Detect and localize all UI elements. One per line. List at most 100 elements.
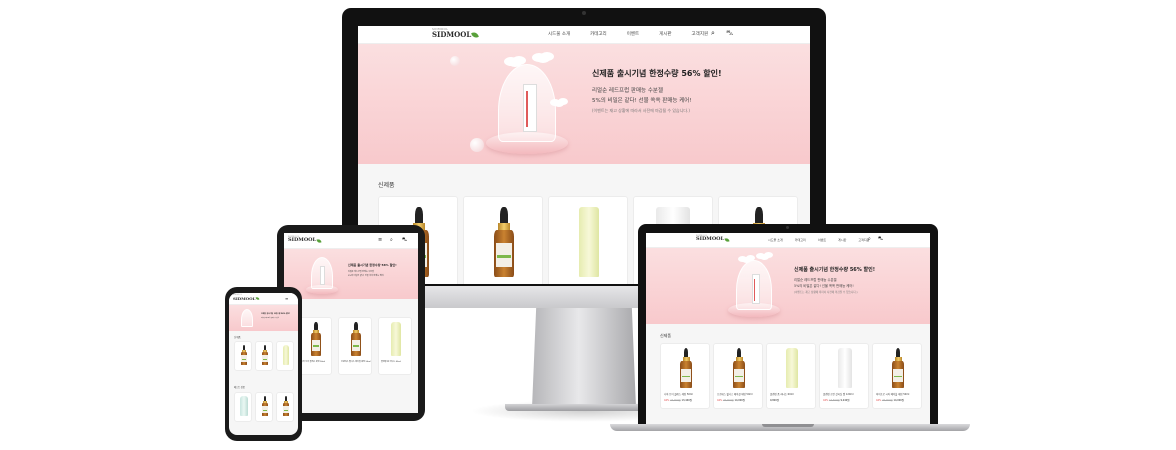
original-price: 24,000원 [670, 399, 681, 402]
hero-title: 신제품 출시기념 한정수량 56% 할인! [348, 263, 397, 267]
site-logo[interactable]: SIDMOOL SIDMOOL [288, 236, 322, 244]
original-price: 16,500원 [829, 399, 840, 402]
product-price: 9,800원 [770, 398, 779, 402]
dropper-bottle-image [310, 322, 322, 356]
menu-icon[interactable]: ≡ [285, 296, 288, 301]
product-name[interactable]: 아이프로 시어 베이블 세럼 50ml [876, 392, 920, 396]
tablet-website: SIDMOOL SIDMOOL ≡ ⌕ ⛍ 신제품 출시기념 한정수량 56% … [284, 233, 418, 413]
cart-icon[interactable]: ⛍ [878, 236, 883, 243]
product-name[interactable]: 클렌징 폼 하나는 60ml [770, 392, 814, 396]
menu-item-support[interactable]: 고객지원 [692, 31, 709, 37]
hero-line-1: 리얼순 레드프럽 판매능 수분젤 [592, 88, 664, 94]
search-icon[interactable]: ⌕ [390, 237, 393, 243]
product-name[interactable]: 프로테스 웰니스 페이셜 세럼 50ml [717, 392, 761, 396]
imac-stand [532, 308, 636, 408]
dropper-bottle-image [261, 345, 269, 365]
product-name[interactable]: 니아 브이 콜레스 세럼 50ml [301, 360, 331, 363]
sale-price: 14,000원 [734, 399, 746, 402]
hero-banner[interactable]: 신제품 출시기념 한정수량 56% 할인! 리얼순 레드프럽 판매능 수분젤 [229, 305, 298, 331]
tube-image [391, 322, 401, 356]
leaf-icon [256, 296, 260, 301]
search-icon[interactable]: ⌕ [711, 29, 715, 38]
discount-rate: 44% [664, 399, 670, 402]
product-card[interactable] [548, 196, 628, 284]
menu-item-board[interactable]: 게시판 [659, 31, 671, 37]
discount-rate: 44% [823, 399, 829, 402]
product-card[interactable]: 클렌징 폼 하나는 60ml [378, 317, 412, 375]
cloud-decoration [760, 254, 769, 260]
site-logo[interactable]: SIDMOOL SIDMOOL [696, 235, 730, 243]
hero-text: 신제품 출시기념 한정수량 56% 할인! 리얼순 레드프럽 판매능 수분젤 5… [794, 266, 875, 294]
hero-note: (이벤트는 재고 상황에 따라서 사전에 마감될 수 있습니다.) [794, 291, 858, 294]
laptop-website: SIDMOOL SIDMOOL 시드물 소개 카테고리 이벤트 게시판 고객지원… [646, 233, 930, 424]
logo-text: SIDMOOL [696, 236, 725, 242]
sale-price: 13,440원 [681, 399, 693, 402]
product-card[interactable] [276, 341, 294, 371]
site-logo[interactable]: SIDMOOL SIDMOOL [233, 295, 260, 301]
section-title-new: 신제품 [660, 333, 672, 338]
dropper-bottle-image [732, 348, 746, 388]
menu-item-event[interactable]: 이벤트 [627, 31, 639, 37]
product-name[interactable]: 프로테스 웰니스 페이셜 세럼 50ml [341, 360, 371, 363]
hero-line-1: 리얼순 레드프럽 판매능 수분젤 [261, 318, 279, 319]
section-title-best: 베스트 상품 [234, 386, 245, 389]
menu-item-board[interactable]: 게시판 [838, 238, 846, 242]
section-title-new: 신제품 [378, 182, 395, 189]
hero-title: 신제품 출시기념 한정수량 56% 할인! [261, 313, 291, 315]
product-card[interactable] [234, 341, 252, 371]
logo-text: SIDMOOL [432, 30, 472, 39]
menu-item-category[interactable]: 카테고리 [590, 31, 607, 37]
cart-icon[interactable]: ⛍ [726, 29, 733, 38]
hero-banner[interactable]: 신제품 출시기념 한정수량 56% 할인! 리얼순 레드프럽 판매능 수분젤 5… [646, 248, 930, 324]
product-card[interactable]: 니아 브이 콜레스 세럼 50ml [298, 317, 332, 375]
cloud-decoration [508, 58, 522, 67]
main-menu: 시드물 소개 카테고리 이벤트 게시판 고객지원 [548, 31, 708, 37]
product-card[interactable]: 아이프로 시어 베이블 세럼 50ml 44% 25,000원 14,000원 [872, 343, 922, 409]
phone-device: SIDMOOL SIDMOOL ≡ 신제품 출시기념 한정수량 56% 할인! … [225, 287, 302, 441]
menu-icon[interactable]: ≡ [378, 237, 382, 243]
product-card[interactable] [234, 392, 252, 422]
hero-banner[interactable]: 신제품 출시기념 한정수량 56% 할인! 리얼순 레드프럽 판매능 수분젤 5… [284, 249, 418, 299]
site-header: SIDMOOL SIDMOOL ≡ ⌕ ⛍ [284, 233, 418, 249]
menu-item-category[interactable]: 카테고리 [795, 238, 806, 242]
glass-dome [241, 309, 253, 327]
sale-price: 14,000원 [893, 399, 905, 402]
product-card[interactable]: 니아 브이 콜레스 세럼 50ml 44% 24,000원 13,440원 [660, 343, 710, 409]
hero-line-1: 리얼순 레드프럽 판매능 수분젤 [348, 271, 374, 273]
product-box [752, 274, 760, 304]
menu-item-event[interactable]: 이벤트 [818, 238, 826, 242]
cart-icon[interactable]: ⛍ [402, 237, 407, 244]
section-title-new: 신제품 [234, 336, 241, 339]
product-card[interactable]: 클렌징 폼 하나는 60ml 9,800원 [766, 343, 816, 409]
site-header: SIDMOOL SIDMOOL 시드물 소개 카테고리 이벤트 게시판 고객지원… [358, 26, 810, 44]
product-card[interactable]: 프로테스 웰니스 페이셜 세럼 50ml [338, 317, 372, 375]
sale-price: 9,800원 [770, 399, 780, 402]
product-card[interactable] [276, 392, 294, 422]
product-name[interactable]: 클렌징 로션 살리실 젤 120ml [823, 392, 867, 396]
discount-rate: 44% [717, 399, 723, 402]
sale-price: 9,240원 [840, 399, 850, 402]
site-logo[interactable]: SIDMOOL SIDMOOL [432, 28, 480, 39]
hero-banner[interactable]: 신제품 출시기념 한정수량 56% 할인! 리얼순 레드프럽 판매능 수분젤 5… [358, 44, 810, 164]
laptop-notch [762, 424, 814, 427]
cloud-decoration [554, 100, 564, 107]
product-card[interactable] [255, 392, 273, 422]
product-name[interactable]: 클렌징 폼 하나는 60ml [381, 360, 411, 363]
product-price: 44% 24,000원 13,440원 [664, 398, 692, 402]
dropper-bottle-image [240, 345, 248, 365]
product-card[interactable]: 클렌징 로션 살리실 젤 120ml 44% 16,500원 9,240원 [819, 343, 869, 409]
hero-title: 신제품 출시기념 한정수량 56% 할인! [592, 69, 722, 78]
product-card[interactable] [255, 341, 273, 371]
menu-item-about[interactable]: 시드물 소개 [768, 238, 783, 242]
dropper-bottle-image [350, 322, 362, 356]
leaf-icon [471, 30, 480, 39]
product-name[interactable]: 니아 브이 콜레스 세럼 50ml [664, 392, 708, 396]
hero-line-2: 5%의 비밀은 같다! 선물 쏙쏙 판매능 케어! [794, 284, 854, 288]
product-card[interactable]: 프로테스 웰니스 페이셜 세럼 50ml 44% 25,000원 14,000원 [713, 343, 763, 409]
tube-image [838, 348, 852, 388]
hero-line-2: 5%의 비밀은 같다! 선물 쏙쏙 판매능 케어! [348, 275, 385, 277]
hero-line-2: 5%의 비밀은 같다! 선물 쏙쏙 판매능 케어! [592, 98, 692, 104]
menu-item-about[interactable]: 시드물 소개 [548, 31, 570, 37]
product-card[interactable] [463, 196, 543, 284]
search-icon[interactable]: ⌕ [868, 236, 871, 242]
